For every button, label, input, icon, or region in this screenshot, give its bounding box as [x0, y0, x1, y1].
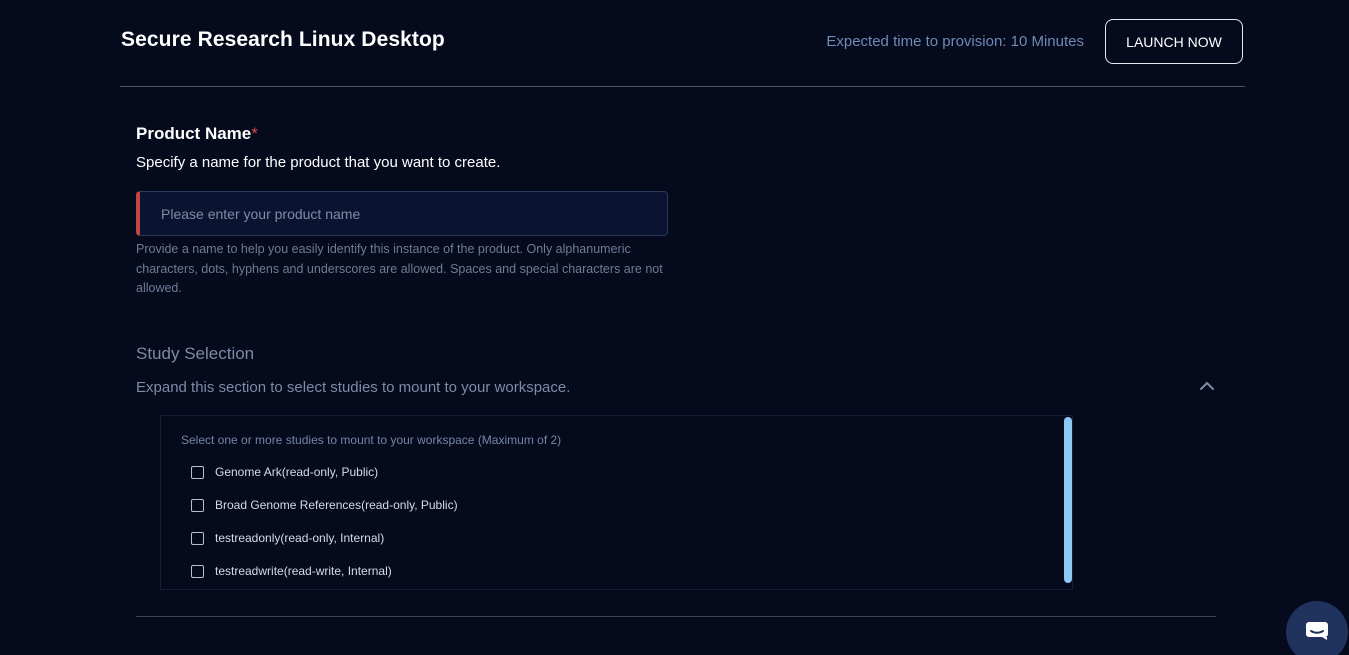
- launch-product-page: Secure Research Linux Desktop Expected t…: [0, 0, 1349, 655]
- study-checkbox[interactable]: [191, 465, 204, 479]
- header-divider: [120, 86, 1245, 87]
- section-divider: [136, 616, 1216, 617]
- chevron-up-icon[interactable]: [1199, 380, 1215, 392]
- study-item-broad-genome-references[interactable]: Broad Genome References(read-only, Publi…: [191, 496, 458, 514]
- study-selection-panel: Select one or more studies to mount to y…: [160, 415, 1073, 590]
- required-marker: *: [251, 124, 258, 143]
- product-name-field: [136, 191, 668, 236]
- product-name-label: Product Name*: [136, 124, 258, 144]
- study-label: Genome Ark(read-only, Public): [215, 465, 379, 479]
- product-name-input[interactable]: [140, 192, 667, 235]
- study-item-genome-ark[interactable]: Genome Ark(read-only, Public): [191, 463, 378, 481]
- product-name-help-text: Provide a name to help you easily identi…: [136, 242, 663, 295]
- study-label: testreadonly(read-only, Internal): [215, 531, 385, 545]
- study-label: Broad Genome References(read-only, Publi…: [215, 498, 458, 512]
- product-name-label-text: Product Name: [136, 124, 252, 143]
- chat-bubble-icon: [1306, 622, 1328, 640]
- study-checkbox[interactable]: [191, 498, 204, 512]
- study-item-testreadwrite[interactable]: testreadwrite(read-write, Internal): [191, 562, 392, 580]
- study-checkbox[interactable]: [191, 564, 204, 578]
- provision-time-text: Expected time to provision: 10 Minutes: [826, 33, 1084, 50]
- study-selection-title: Study Selection: [136, 344, 255, 363]
- product-name-description: Specify a name for the product that you …: [136, 154, 501, 171]
- study-selection-instructions: Select one or more studies to mount to y…: [181, 433, 562, 447]
- chat-widget-button[interactable]: [1286, 601, 1348, 655]
- study-item-testreadonly[interactable]: testreadonly(read-only, Internal): [191, 529, 384, 547]
- launch-now-button[interactable]: LAUNCH NOW: [1105, 19, 1243, 64]
- study-label: testreadwrite(read-write, Internal): [215, 564, 392, 578]
- study-checkbox[interactable]: [191, 531, 204, 545]
- scrollbar-thumb[interactable]: [1064, 417, 1072, 583]
- study-selection-description: Expand this section to select studies to…: [136, 379, 571, 396]
- page-title: Secure Research Linux Desktop: [121, 28, 445, 51]
